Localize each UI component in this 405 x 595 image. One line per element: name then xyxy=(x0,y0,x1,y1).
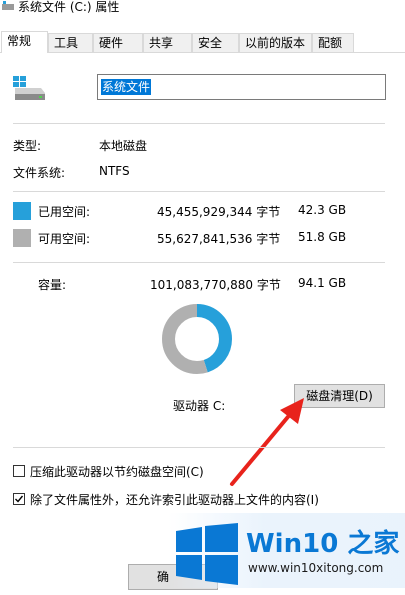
index-content-label: 除了文件属性外，还允许索引此驱动器上文件的内容(I) xyxy=(30,493,319,507)
watermark-url: www.win10xitong.com xyxy=(248,561,384,575)
checkmark-icon xyxy=(15,495,24,503)
watermark-brand: Win10 之家 xyxy=(246,529,400,559)
tab-general[interactable]: 常规 xyxy=(1,31,48,53)
index-content-checkbox[interactable] xyxy=(13,493,25,505)
watermark: Win10 之家 www.win10xitong.com xyxy=(168,513,405,588)
divider xyxy=(13,447,385,448)
compress-drive-label: 压缩此驱动器以节约磁盘空间(C) xyxy=(30,465,204,479)
compress-drive-checkbox[interactable] xyxy=(13,465,25,477)
windows-logo-icon xyxy=(176,523,238,585)
